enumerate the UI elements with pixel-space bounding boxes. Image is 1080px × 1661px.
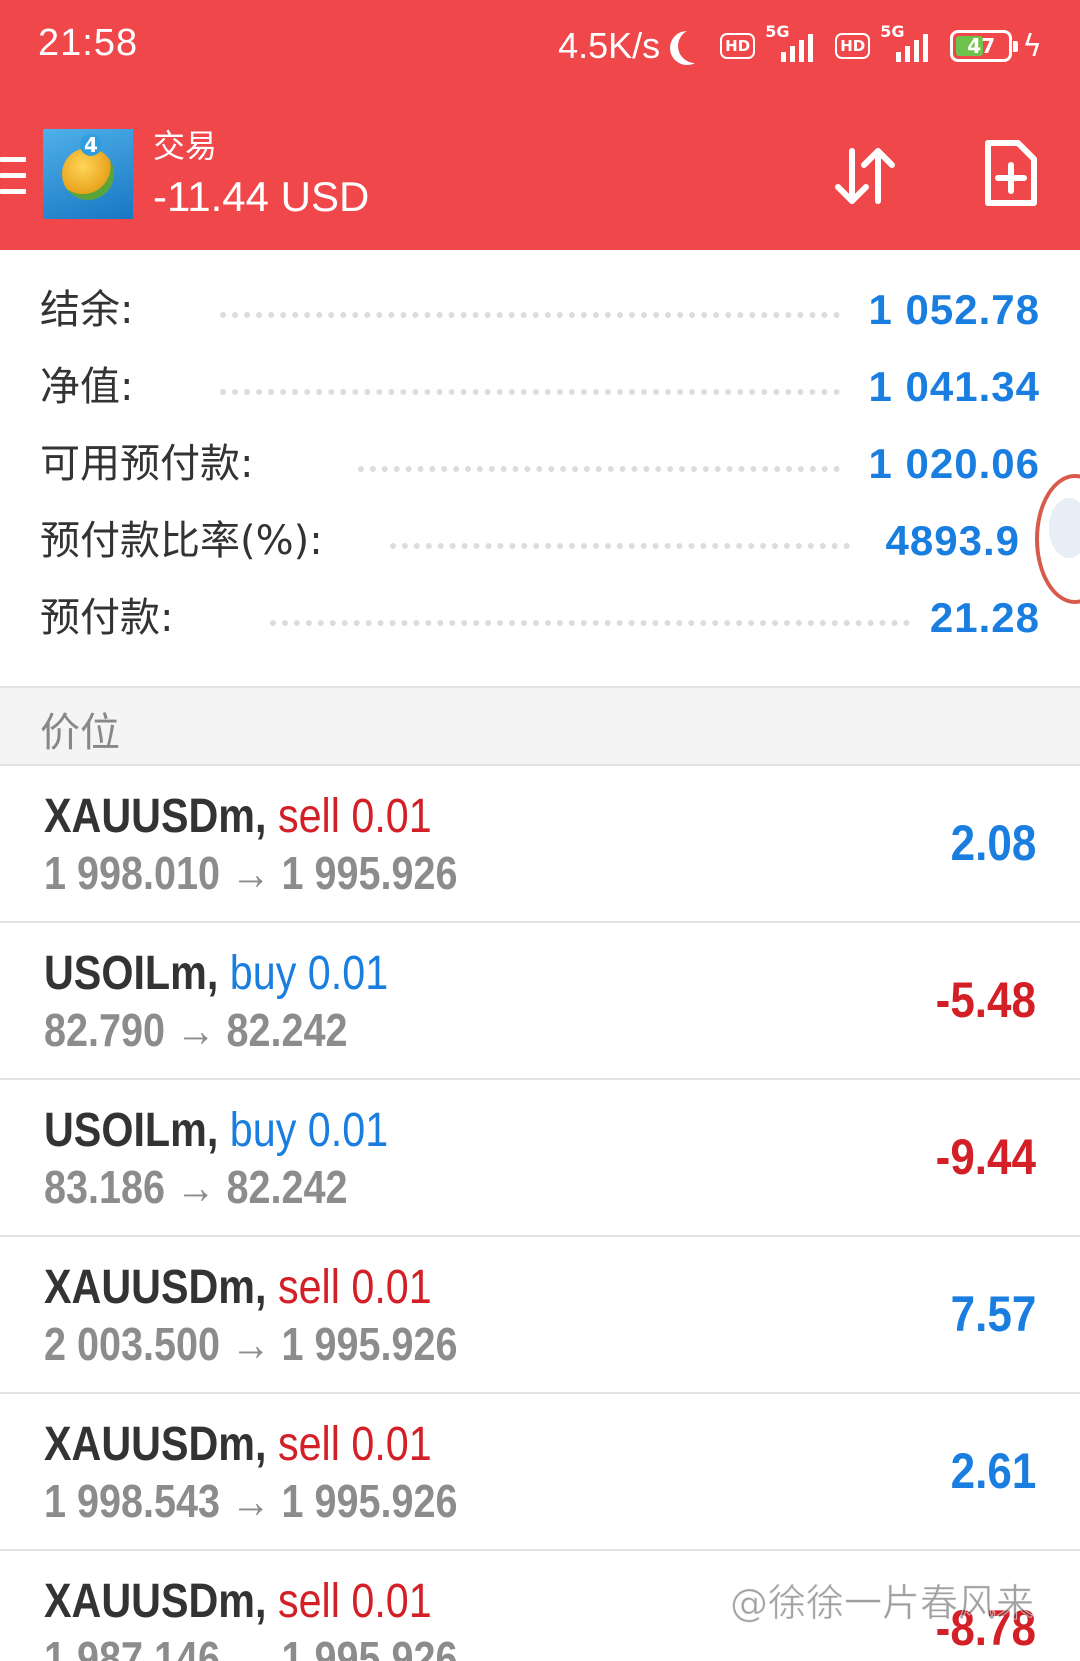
equity-row: 净值: 1 041.34	[40, 357, 1040, 417]
position-profit: -9.44	[935, 1129, 1036, 1185]
margin-level-label: 预付款比率(%):	[40, 518, 323, 564]
balance-value: 1 052.78	[868, 286, 1040, 333]
position-side: buy 0.01	[229, 1104, 389, 1157]
current-price: 1 995.926	[281, 847, 458, 899]
dot-leader	[390, 537, 850, 549]
section-title: 价位	[40, 710, 120, 756]
battery-level: 47	[967, 34, 996, 58]
open-price: 1 998.543	[44, 1475, 221, 1527]
current-price: 82.242	[226, 1161, 348, 1213]
positions-list: XAUUSDm, sell 0.01 1 998.010 → 1 995.926…	[0, 766, 1080, 1661]
position-side: sell 0.01	[277, 1418, 432, 1471]
position-side: sell 0.01	[277, 1261, 432, 1314]
position-row[interactable]: USOILm, buy 0.01 83.186 → 82.242 -9.44	[0, 1080, 1080, 1237]
margin-value: 21.28	[929, 594, 1040, 641]
dot-leader	[358, 460, 840, 472]
free-margin-row: 可用预付款: 1 020.06	[40, 434, 1040, 494]
status-indicators: 4.5K/s HD 5G HD 5G 47 ϟ	[558, 22, 1042, 70]
status-bar: 21:58 4.5K/s HD 5G HD 5G 47 ϟ	[0, 0, 1080, 90]
current-price: 82.242	[226, 1004, 348, 1056]
position-symbol: XAUUSDm,	[44, 1575, 267, 1628]
account-summary: 结余: 1 052.78 净值: 1 041.34 可用预付款: 1 020.0…	[0, 250, 1080, 685]
open-price: 1 998.010	[44, 847, 221, 899]
new-order-icon[interactable]	[982, 139, 1038, 207]
position-profit: 2.08	[950, 815, 1036, 871]
margin-level-row: 预付款比率(%): 4893.9	[40, 511, 1040, 571]
position-side: sell 0.01	[277, 1575, 432, 1628]
open-price: 82.790	[44, 1004, 166, 1056]
arrow-icon: →	[230, 847, 271, 899]
position-symbol: XAUUSDm,	[44, 1418, 267, 1471]
page-title: 交易	[153, 127, 218, 165]
position-profit: 7.57	[950, 1286, 1036, 1342]
balance-label: 结余:	[40, 287, 134, 333]
app-logo-icon	[43, 129, 133, 219]
equity-label: 净值:	[40, 364, 134, 410]
position-row[interactable]: XAUUSDm, sell 0.01 2 003.500 → 1 995.926…	[0, 1237, 1080, 1394]
free-margin-label: 可用预付款:	[40, 441, 254, 487]
arrow-icon: →	[175, 1004, 216, 1056]
signal-icon: 5G	[880, 22, 940, 66]
balance-row: 结余: 1 052.78	[40, 280, 1040, 340]
signal-icon: 5G	[765, 22, 825, 66]
sort-icon[interactable]	[832, 143, 898, 209]
net-speed: 4.5K/s	[558, 25, 661, 66]
margin-label: 预付款:	[40, 595, 174, 641]
position-side: sell 0.01	[277, 790, 432, 843]
menu-icon[interactable]	[0, 157, 26, 195]
arrow-icon: →	[230, 1632, 271, 1661]
battery-icon: 47	[950, 30, 1019, 62]
current-price: 1 995.926	[281, 1632, 458, 1661]
dot-leader	[270, 614, 910, 626]
charging-icon: ϟ	[1022, 28, 1042, 64]
position-row[interactable]: XAUUSDm, sell 0.01 1 998.010 → 1 995.926…	[0, 766, 1080, 923]
equity-value: 1 041.34	[868, 363, 1040, 410]
arrow-icon: →	[230, 1475, 271, 1527]
positions-section-header: 价位	[0, 686, 1080, 766]
current-price: 1 995.926	[281, 1475, 458, 1527]
open-price: 1 987.146	[44, 1632, 221, 1661]
app-bar: 交易 -11.44 USD	[0, 105, 1080, 250]
open-price: 2 003.500	[44, 1318, 221, 1370]
free-margin-value: 1 020.06	[868, 440, 1040, 487]
position-symbol: XAUUSDm,	[44, 790, 267, 843]
position-side: buy 0.01	[229, 947, 389, 1000]
moon-icon	[678, 29, 712, 63]
hd-badge-2: HD	[835, 33, 871, 59]
position-symbol: USOILm,	[44, 947, 219, 1000]
position-symbol: USOILm,	[44, 1104, 219, 1157]
current-price: 1 995.926	[281, 1318, 458, 1370]
position-profit: -5.48	[935, 972, 1036, 1028]
watermark: @徐徐一片春风来	[729, 1581, 1035, 1626]
dot-leader	[220, 383, 840, 395]
position-row[interactable]: XAUUSDm, sell 0.01 1 998.543 → 1 995.926…	[0, 1394, 1080, 1551]
position-row[interactable]: USOILm, buy 0.01 82.790 → 82.242 -5.48	[0, 923, 1080, 1080]
margin-level-value: 4893.9	[885, 517, 1020, 564]
status-time: 21:58	[38, 22, 139, 64]
open-price: 83.186	[44, 1161, 166, 1213]
position-symbol: XAUUSDm,	[44, 1261, 267, 1314]
top-bar: 21:58 4.5K/s HD 5G HD 5G 47 ϟ 交易 -11.44 …	[0, 0, 1080, 250]
arrow-icon: →	[230, 1318, 271, 1370]
arrow-icon: →	[175, 1161, 216, 1213]
margin-row: 预付款: 21.28	[40, 588, 1040, 648]
dot-leader	[220, 306, 840, 318]
position-profit: 2.61	[950, 1443, 1036, 1499]
total-profit: -11.44 USD	[153, 173, 370, 220]
hd-badge-1: HD	[720, 33, 756, 59]
